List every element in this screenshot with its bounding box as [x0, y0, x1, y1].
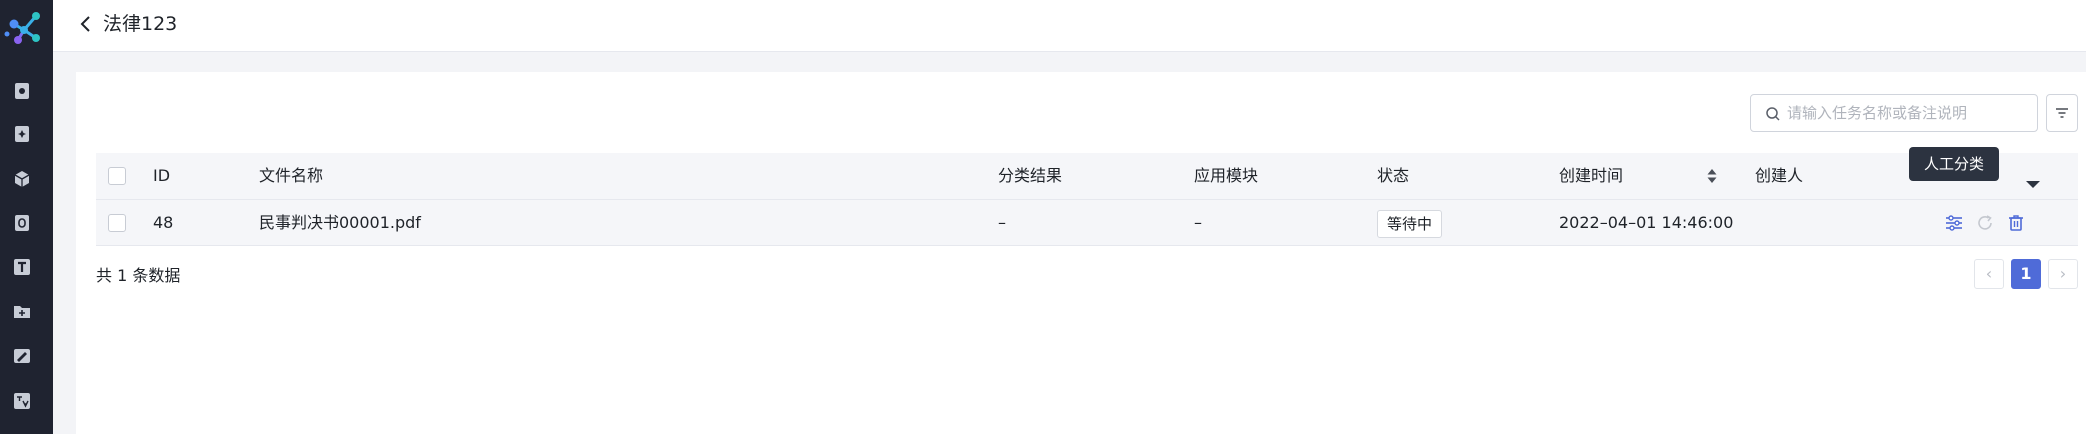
column-header-status: 状态	[1377, 166, 1410, 185]
table-row: 48 民事判决书00001.pdf – – 等待中 2022–04–01 14:…	[96, 199, 2078, 246]
status-badge: 等待中	[1377, 210, 1443, 238]
back-button[interactable]	[75, 12, 99, 36]
delete-icon[interactable]	[2006, 213, 2026, 233]
column-header-module: 应用模块	[1194, 166, 1259, 185]
search-icon	[1766, 107, 1780, 121]
sort-icon[interactable]	[1706, 167, 1718, 185]
column-header-result: 分类结果	[998, 166, 1063, 185]
row-module: –	[1194, 213, 1202, 232]
filter-button[interactable]	[2046, 94, 2078, 132]
brand-logo-icon[interactable]	[2, 6, 48, 50]
filter-icon	[2056, 108, 2068, 118]
sidebar	[0, 0, 53, 434]
row-id: 48	[153, 213, 174, 232]
page-title: 法律123	[103, 13, 178, 35]
gear-doc-icon[interactable]	[13, 125, 31, 143]
edit-icon[interactable]	[13, 347, 31, 365]
column-header-filename: 文件名称	[259, 166, 324, 185]
page-header: 法律123	[53, 0, 2086, 52]
data-table: ID 文件名称 分类结果 应用模块 状态 创建时间 创建人 48 民事判决书00…	[96, 153, 2078, 246]
row-filename: 民事判决书00001.pdf	[259, 213, 421, 232]
table-header: ID 文件名称 分类结果 应用模块 状态 创建时间 创建人	[96, 153, 2078, 199]
row-created-time: 2022–04–01 14:46:00	[1559, 213, 1734, 232]
column-header-creator: 创建人	[1755, 166, 1804, 185]
select-all-checkbox[interactable]	[108, 167, 126, 185]
manual-classify-icon[interactable]	[1944, 213, 1964, 233]
doc-icon[interactable]	[13, 82, 31, 100]
tooltip-arrow	[2026, 181, 2040, 188]
row-result: –	[998, 213, 1006, 232]
tooltip: 人工分类	[1909, 147, 2000, 181]
page-button-1[interactable]: 1	[2011, 259, 2041, 289]
next-page-button[interactable]: ›	[2048, 259, 2078, 289]
column-header-id: ID	[153, 166, 171, 185]
translate-icon[interactable]	[13, 392, 31, 410]
file-icon[interactable]	[13, 214, 31, 232]
box-icon[interactable]	[13, 170, 31, 188]
column-header-created-time: 创建时间	[1559, 166, 1624, 185]
text-icon[interactable]	[13, 258, 31, 276]
main-card: ID 文件名称 分类结果 应用模块 状态 创建时间 创建人 48 民事判决书00…	[76, 72, 2086, 434]
search-input[interactable]	[1787, 95, 2027, 131]
total-count: 共 1 条数据	[96, 266, 181, 285]
folder-icon[interactable]	[13, 302, 31, 320]
search-box[interactable]	[1750, 94, 2038, 132]
row-checkbox[interactable]	[108, 214, 126, 232]
chevron-left-icon	[80, 16, 90, 32]
prev-page-button[interactable]: ‹	[1974, 259, 2004, 289]
refresh-icon[interactable]	[1975, 213, 1995, 233]
